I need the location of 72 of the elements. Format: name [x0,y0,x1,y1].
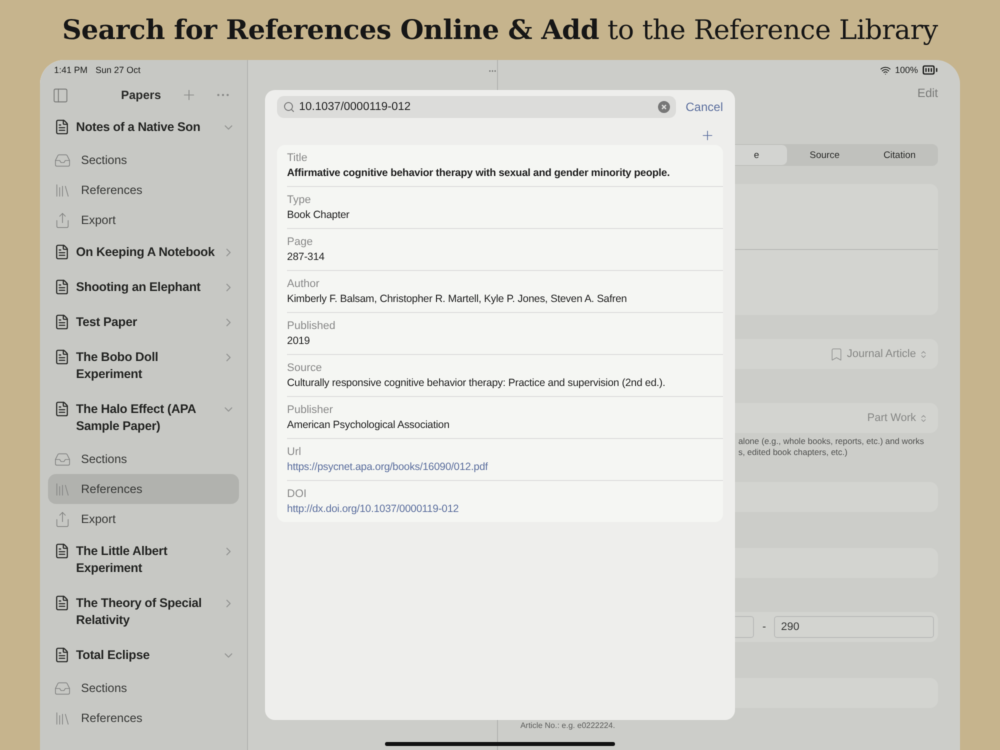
field-hint: Article No.: e.g. e0222224. [520,721,616,730]
updown-icon [919,414,928,422]
field-label: DOI [287,488,308,500]
document-icon [54,119,70,135]
segment-tab[interactable]: Citation [862,145,937,165]
battery-percent: 100% [894,65,918,75]
sidebar-item[interactable]: References [48,703,240,733]
status-date: Sun 27 Oct [96,65,141,75]
search-field[interactable]: 10.1037/0000119-012 [277,96,676,118]
page-end-field[interactable]: 290 [774,616,934,638]
paper-item[interactable]: Shooting an Elephant [48,270,240,305]
document-icon [54,279,70,295]
link[interactable]: http://dx.doi.org/10.1037/0000119-012 [287,503,719,515]
sidebar-item[interactable]: Sections [48,145,240,175]
sidebar-item[interactable]: Sections [48,444,240,474]
sidebar-item[interactable]: Export [48,504,240,534]
sidebar-item[interactable]: References [48,175,240,205]
cancel-button[interactable]: Cancel [686,100,723,114]
field-value: 287-314 [287,251,326,263]
headline: Search for References Online & Add to the Reference Library [62,14,938,46]
document-icon [54,349,70,365]
books-icon [54,710,71,726]
helper-text: alone (e.g., whole books, reports, etc.) and works s, edited book chapters, etc.) [738,436,926,458]
paper-item[interactable]: The Little Albert Experiment [48,534,240,586]
field-label: Author [287,278,320,290]
share-icon [54,212,71,228]
updown-icon [919,350,928,358]
sidebar-title: Papers [121,88,162,102]
sidebar-item[interactable]: References [48,474,240,504]
field-label: Page [287,236,314,248]
range-dash: - [762,621,766,633]
search-icon [283,101,295,113]
field-value: Affirmative cognitive behavior therapy with sexual and gender minority people. [287,167,671,179]
document-icon [54,647,70,663]
field-label: Url [287,446,302,458]
document-icon [54,314,70,330]
share-icon [54,510,71,528]
field-label: Published [287,320,336,332]
paper-item[interactable]: Total Eclipse [48,638,240,673]
books-icon [54,182,71,198]
sidebar-toggle-icon[interactable] [52,86,69,104]
field-label: Source [287,362,323,374]
paper-item[interactable]: The Theory of Special Relativity [48,586,240,638]
tray-icon [54,680,71,696]
document-icon [54,595,70,611]
link[interactable]: https://psycnet.apa.org/books/16090/012.pdf [287,461,719,473]
field-value: Book Chapter [287,209,350,221]
sidebar-item[interactable]: Sections [48,673,240,703]
field-label: Publisher [287,404,334,416]
tray-icon [54,450,71,468]
paper-item[interactable]: The Bobo Doll Experiment [48,340,240,392]
clear-icon[interactable] [658,101,670,113]
document-icon [54,543,70,559]
segment-tab[interactable]: Source [787,145,862,165]
field-value: Culturally responsive cognitive behavior therapy: Practice and supervision (2nd ed.). [287,377,666,389]
add-icon[interactable] [700,128,715,143]
wifi-icon [880,64,891,76]
field-value: American Psychological Association [287,419,450,431]
paper-item[interactable]: The Halo Effect (APA Sample Paper) [48,392,240,444]
field-value: Kimberly F. Balsam, Christopher R. Martell, Kyle P. Jones, Steven A. Safren [287,293,628,305]
books-icon [54,480,71,498]
paper-item[interactable]: Test Paper [48,305,240,340]
document-icon [54,244,70,260]
field-label: Type [287,194,312,206]
document-icon [54,401,70,417]
status-time: 1:41 PM [54,65,88,75]
paper-item[interactable]: Notes of a Native Son [48,110,240,145]
tray-icon [54,152,71,168]
paper-item[interactable]: On Keeping A Notebook [48,235,240,270]
sidebar-item[interactable]: Export [48,205,240,235]
field-label: Title [287,152,308,164]
field-value: 2019 [287,335,311,347]
